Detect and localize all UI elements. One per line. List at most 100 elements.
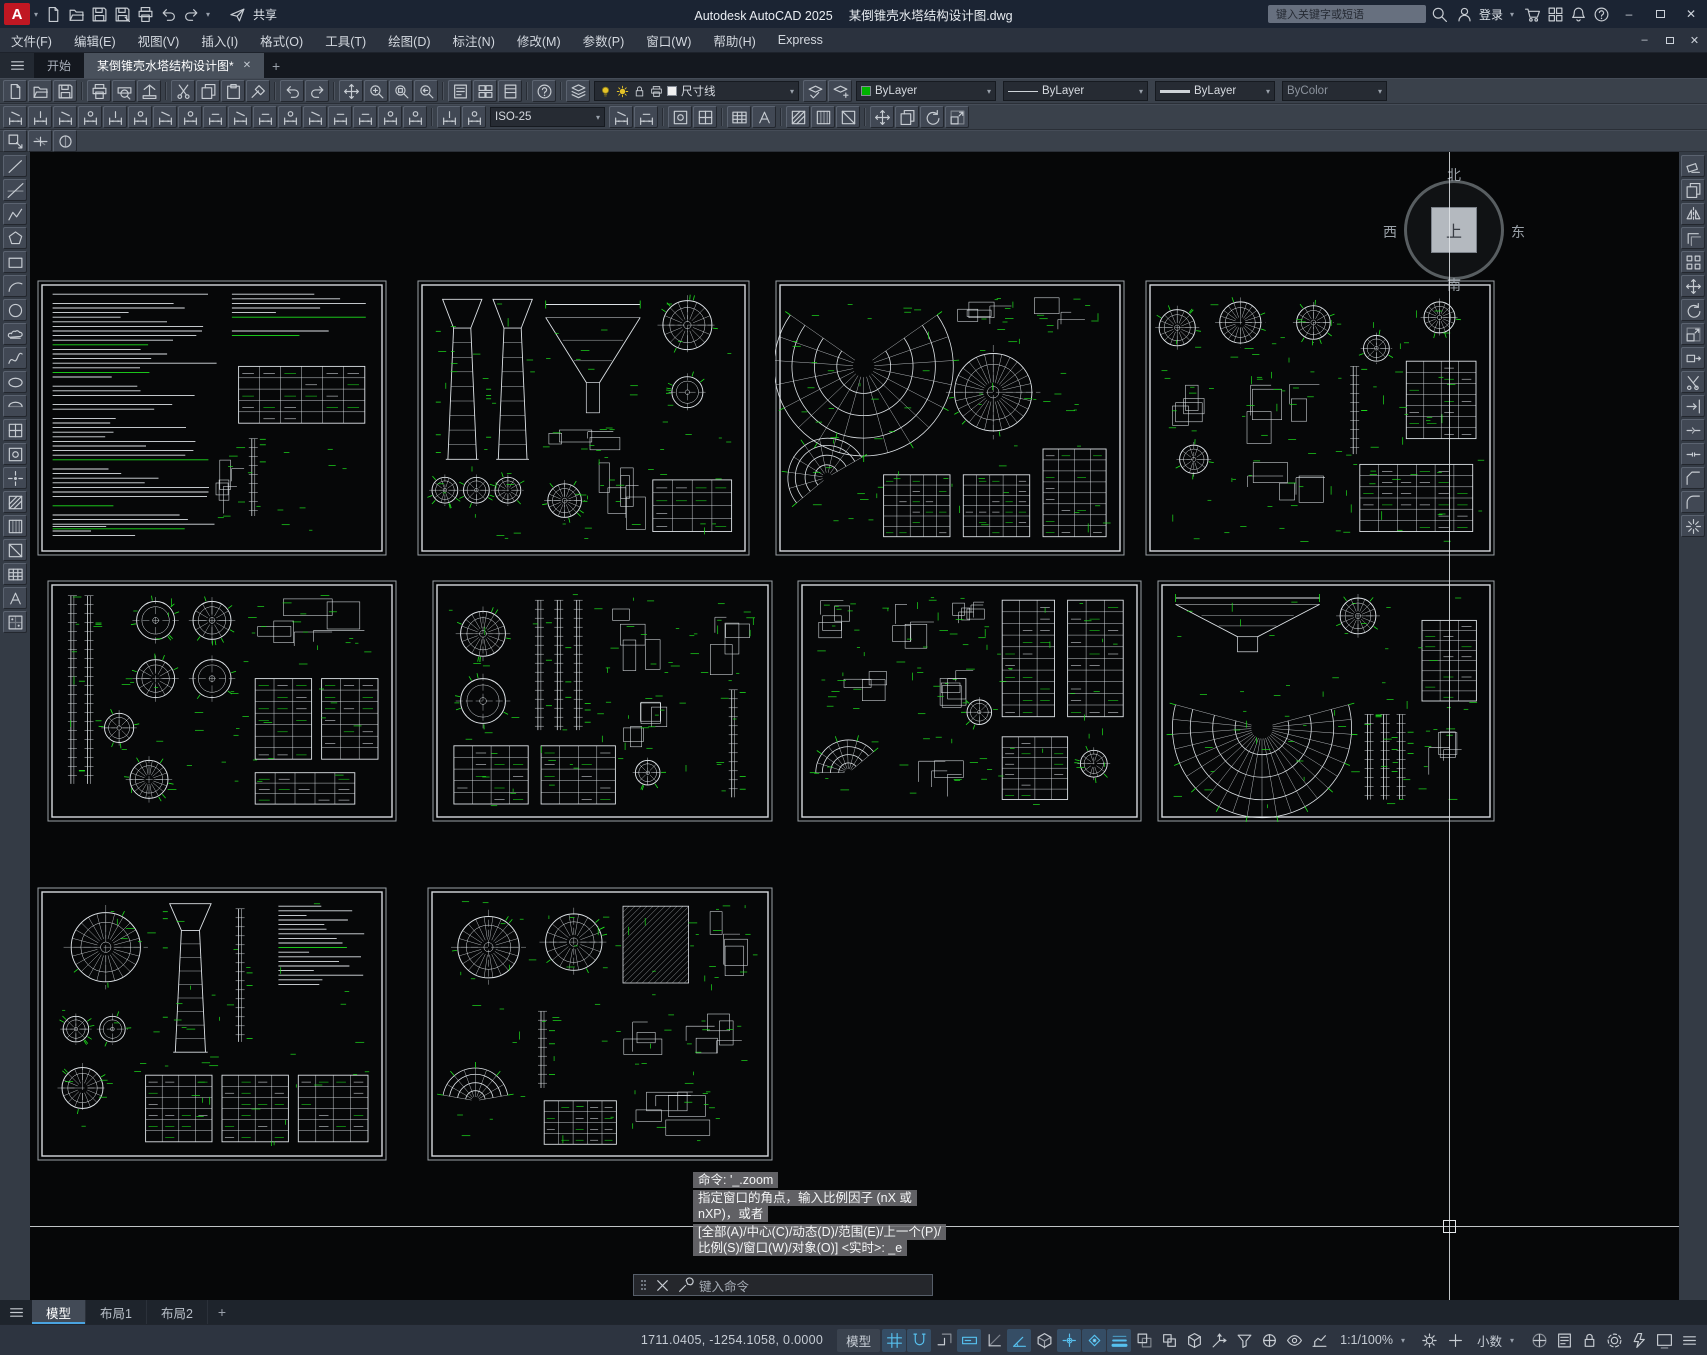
linetype-caret-icon[interactable]: ▾ [1136, 87, 1143, 96]
new-icon[interactable] [42, 4, 64, 25]
match-properties-icon[interactable] [246, 80, 270, 102]
customize-icon[interactable] [1677, 1329, 1701, 1352]
dim-diameter-icon[interactable] [153, 106, 177, 128]
redo-icon[interactable] [305, 80, 329, 102]
tool-palettes-icon[interactable] [498, 80, 522, 102]
plot-icon[interactable] [87, 80, 111, 102]
isodraft-icon[interactable] [1032, 1329, 1056, 1352]
quick-properties-icon[interactable] [1552, 1329, 1576, 1352]
menu-item-6[interactable]: 绘图(D) [377, 28, 441, 52]
annotation-scale-dropdown[interactable]: 1:1/100% ▾ [1333, 1329, 1416, 1352]
annotation-visibility-icon[interactable] [1282, 1329, 1306, 1352]
rectangle-icon[interactable] [3, 251, 27, 273]
search-icon[interactable] [1429, 4, 1451, 25]
region-icon[interactable] [3, 539, 27, 561]
3d-object-snap-icon[interactable] [1182, 1329, 1206, 1352]
zoom-window-icon[interactable] [389, 80, 413, 102]
dim-jogline-icon[interactable] [403, 106, 427, 128]
lineweight-icon[interactable] [1107, 1328, 1132, 1352]
dim-style-icon[interactable] [634, 106, 658, 128]
scale-icon[interactable] [1681, 323, 1705, 345]
add-to-working-set-icon[interactable] [28, 130, 52, 152]
lock-ui-icon[interactable] [1577, 1329, 1601, 1352]
help-icon[interactable] [1590, 4, 1612, 25]
make-block-icon[interactable] [3, 443, 27, 465]
command-close-icon[interactable] [653, 1276, 671, 1294]
dimstyle-dropdown[interactable]: ISO-25 ▾ [490, 107, 605, 127]
offset-icon[interactable] [1681, 227, 1705, 249]
gradient-icon[interactable] [3, 515, 27, 537]
save-icon[interactable] [53, 80, 77, 102]
new-layout-button[interactable]: + [208, 1300, 236, 1324]
save-as-icon[interactable] [111, 4, 133, 25]
color-caret-icon[interactable]: ▾ [984, 87, 991, 96]
plot-preview-icon[interactable] [112, 80, 136, 102]
menu-item-1[interactable]: 编辑(E) [63, 28, 127, 52]
extend-icon[interactable] [1681, 395, 1705, 417]
dim-baseline-icon[interactable] [228, 106, 252, 128]
layer-dropdown[interactable]: 尺寸线 ▾ [594, 81, 799, 101]
copy-icon[interactable] [196, 80, 220, 102]
object-snap-tracking-icon[interactable] [1057, 1328, 1082, 1352]
dim-break-icon[interactable] [303, 106, 327, 128]
menu-item-5[interactable]: 工具(T) [314, 28, 377, 52]
dim-inspection-icon[interactable] [378, 106, 402, 128]
region-icon[interactable] [836, 106, 860, 128]
tab-close-icon[interactable]: ✕ [243, 60, 251, 71]
mirror-icon[interactable] [1681, 203, 1705, 225]
undo-icon[interactable] [157, 4, 179, 25]
dim-radius-icon[interactable] [103, 106, 127, 128]
join-icon[interactable] [1681, 443, 1705, 465]
hatch-icon[interactable] [3, 491, 27, 513]
doc-close-button[interactable]: ✕ [1682, 28, 1707, 52]
infer-constraints-icon[interactable] [932, 1329, 956, 1352]
isolate-objects-icon[interactable] [1602, 1329, 1626, 1352]
layer-properties-icon[interactable] [566, 80, 590, 102]
properties-icon[interactable] [448, 80, 472, 102]
grid-icon[interactable] [882, 1328, 907, 1352]
compass-north[interactable]: 北 [1390, 165, 1518, 185]
gizmo-icon[interactable] [1257, 1329, 1281, 1352]
copy-icon[interactable] [895, 106, 919, 128]
menu-item-10[interactable]: 窗口(W) [635, 28, 702, 52]
clean-screen-icon[interactable] [1652, 1329, 1676, 1352]
zoom-realtime-icon[interactable] [364, 80, 388, 102]
linetype-dropdown[interactable]: ByLayer ▾ [1003, 81, 1148, 101]
ellipse-icon[interactable] [3, 371, 27, 393]
sign-in-button[interactable]: 登录 ▾ [1454, 4, 1518, 25]
polar-tracking-icon[interactable] [1007, 1328, 1032, 1352]
explode-icon[interactable] [1681, 515, 1705, 537]
dimstyle-caret-icon[interactable]: ▾ [593, 113, 600, 122]
layout-tab-2[interactable]: 布局2 [147, 1300, 208, 1324]
autoscale-icon[interactable] [1307, 1329, 1331, 1352]
command-grip-handle[interactable] [641, 1280, 643, 1282]
workspace-gear-icon[interactable] [1418, 1329, 1442, 1352]
menu-item-12[interactable]: Express [767, 28, 834, 52]
dim-text-edit-icon[interactable] [462, 106, 486, 128]
add-scale-icon[interactable] [1444, 1329, 1468, 1352]
view-cube[interactable]: 上 北 南 西 东 [1383, 165, 1525, 294]
ellipse-arc-icon[interactable] [3, 395, 27, 417]
insert-block-icon[interactable] [3, 419, 27, 441]
new-icon[interactable] [3, 80, 27, 102]
pan-icon[interactable] [339, 80, 363, 102]
line-icon[interactable] [3, 155, 27, 177]
insert-block-icon[interactable] [693, 106, 717, 128]
menu-item-0[interactable]: 文件(F) [0, 28, 63, 52]
erase-icon[interactable] [1681, 155, 1705, 177]
dim-angular-icon[interactable] [178, 106, 202, 128]
lineweight-dropdown[interactable]: ByLayer ▾ [1155, 81, 1275, 101]
hardware-acceleration-icon[interactable] [1627, 1329, 1651, 1352]
tab-start[interactable]: 开始 [34, 53, 84, 78]
dynamic-input-icon[interactable] [957, 1328, 982, 1352]
maximize-button[interactable] [1646, 1, 1674, 27]
app-menu-caret-icon[interactable]: ▾ [30, 10, 42, 19]
cart-icon[interactable] [1521, 4, 1543, 25]
search-input[interactable]: 键入关键字或短语 [1267, 5, 1426, 23]
save-icon[interactable] [88, 4, 110, 25]
menu-item-2[interactable]: 视图(V) [127, 28, 191, 52]
dim-tolerance-icon[interactable] [328, 106, 352, 128]
layer-previous-icon[interactable] [803, 80, 827, 102]
units-dropdown[interactable]: 小数 ▾ [1470, 1329, 1525, 1352]
stretch-icon[interactable] [1681, 347, 1705, 369]
